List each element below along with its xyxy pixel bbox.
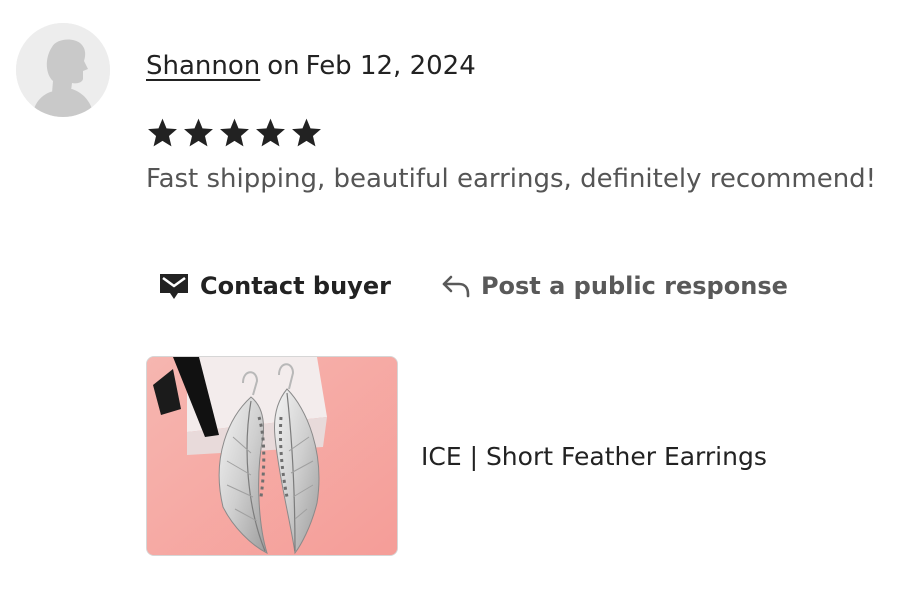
earrings-photo-image	[147, 357, 397, 555]
reply-arrow-icon	[442, 275, 470, 298]
listing-thumbnail[interactable]	[146, 356, 398, 556]
default-avatar-icon	[16, 23, 110, 117]
review-text: Fast shipping, beautiful earrings, defin…	[146, 164, 877, 194]
envelope-icon	[160, 274, 188, 299]
star-icon	[220, 118, 249, 147]
star-icon	[292, 118, 321, 147]
review-actions: Contact buyer Post a public response	[158, 266, 788, 306]
post-public-response-button[interactable]: Post a public response	[441, 272, 788, 300]
review-date: Feb 12, 2024	[305, 51, 476, 81]
post-public-response-label: Post a public response	[480, 272, 788, 300]
date-prefix: on	[267, 51, 300, 81]
star-icon	[148, 118, 177, 147]
star-icon	[184, 118, 213, 147]
listing-link[interactable]: ICE | Short Feather Earrings	[146, 356, 767, 556]
star-rating	[146, 115, 323, 151]
review-card: Shannon on Feb 12, 2024 Fast shipping, bea…	[0, 0, 911, 596]
star-icon	[256, 118, 285, 147]
avatar[interactable]	[16, 23, 110, 117]
review-header: Shannon on Feb 12, 2024	[146, 50, 476, 82]
contact-buyer-button[interactable]: Contact buyer	[158, 271, 391, 301]
listing-title: ICE | Short Feather Earrings	[421, 441, 767, 471]
contact-buyer-label: Contact buyer	[200, 272, 391, 300]
reviewer-name-link[interactable]: Shannon	[146, 51, 260, 81]
